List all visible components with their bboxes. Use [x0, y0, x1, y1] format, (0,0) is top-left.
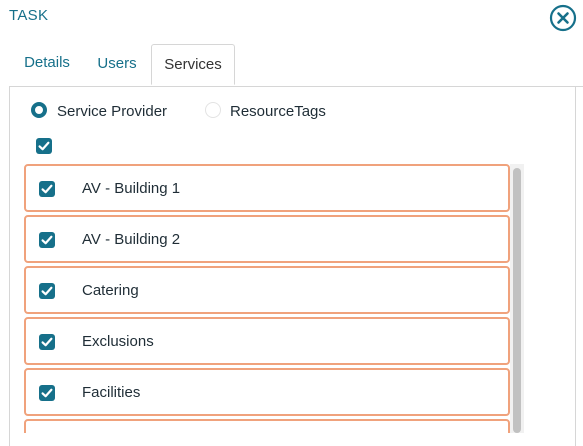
checkmark-icon	[41, 388, 53, 398]
tab-services[interactable]: Services	[151, 44, 235, 85]
item-checkbox[interactable]	[39, 385, 55, 401]
tab-bar: Details Users Services	[9, 44, 583, 87]
checkmark-icon	[41, 184, 53, 194]
list-item[interactable]: Catering	[24, 266, 510, 314]
checkmark-icon	[41, 286, 53, 296]
checkmark-icon	[38, 141, 50, 151]
checkmark-icon	[41, 337, 53, 347]
list-item[interactable]: Exclusions	[24, 317, 510, 365]
radio-resource-tags-label: ResourceTags	[230, 103, 326, 120]
item-checkbox[interactable]	[39, 334, 55, 350]
tab-details[interactable]: Details	[21, 44, 73, 85]
item-label: AV - Building 2	[82, 231, 181, 248]
list-item[interactable]	[24, 419, 510, 433]
select-all-checkbox[interactable]	[36, 138, 52, 154]
list-scrollbar[interactable]	[510, 164, 524, 433]
item-checkbox[interactable]	[39, 283, 55, 299]
dialog-title: TASK	[9, 7, 49, 24]
radio-service-provider[interactable]	[31, 102, 47, 118]
item-checkbox[interactable]	[39, 181, 55, 197]
list-item[interactable]: AV - Building 2	[24, 215, 510, 263]
list-item[interactable]: AV - Building 1	[24, 164, 510, 212]
item-label: Facilities	[82, 384, 141, 401]
item-checkbox[interactable]	[39, 232, 55, 248]
item-label: Exclusions	[82, 333, 154, 350]
radio-resource-tags[interactable]	[205, 102, 221, 118]
radio-service-provider-label: Service Provider	[57, 103, 168, 120]
item-label: Catering	[82, 282, 139, 299]
list-item[interactable]: Facilities	[24, 368, 510, 416]
close-circle-icon	[549, 4, 577, 32]
item-label: AV - Building 1	[82, 180, 181, 197]
services-list: AV - Building 1 AV - Building 2 Catering…	[24, 164, 510, 433]
scrollbar-thumb[interactable]	[513, 168, 521, 433]
tab-users[interactable]: Users	[94, 44, 140, 85]
checkmark-icon	[41, 235, 53, 245]
close-button[interactable]	[549, 4, 577, 32]
